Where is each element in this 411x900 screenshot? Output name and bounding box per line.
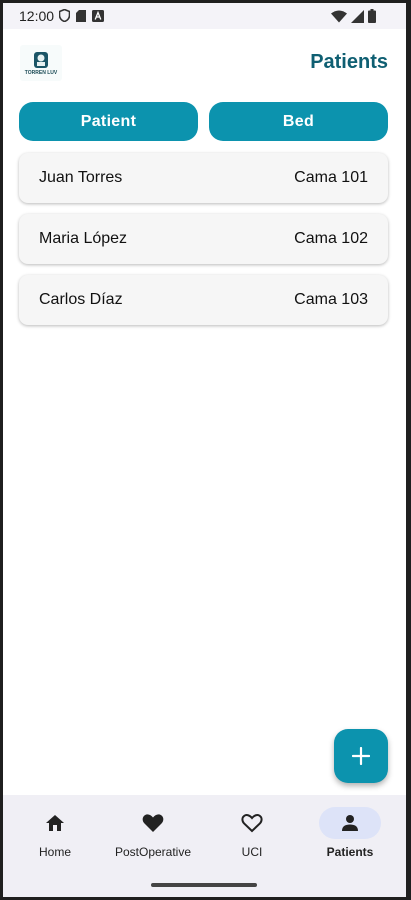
person-icon bbox=[342, 815, 358, 831]
nav-label-postoperative: PostOperative bbox=[114, 845, 192, 859]
status-bar: 12:00 bbox=[3, 3, 406, 29]
patient-card[interactable]: Juan Torres Cama 101 bbox=[19, 153, 388, 203]
nav-item-postoperative[interactable]: PostOperative bbox=[103, 807, 203, 859]
nav-icon-container bbox=[122, 807, 184, 839]
heart-filled-icon bbox=[142, 814, 164, 832]
bottom-navigation: Home PostOperative UCI Patients bbox=[3, 795, 406, 897]
nav-icon-container bbox=[221, 807, 283, 839]
signal-icon bbox=[351, 9, 364, 23]
wifi-icon bbox=[331, 10, 347, 23]
nav-item-home[interactable]: Home bbox=[5, 807, 105, 859]
gesture-home-indicator[interactable] bbox=[151, 883, 257, 887]
patient-card[interactable]: Maria López Cama 102 bbox=[19, 214, 388, 264]
nav-label-uci: UCI bbox=[241, 845, 263, 859]
nav-icon-container-active bbox=[319, 807, 381, 839]
filter-bed-button[interactable]: Bed bbox=[209, 102, 388, 141]
patient-list: Juan Torres Cama 101 Maria López Cama 10… bbox=[19, 153, 388, 336]
sim-card-icon bbox=[76, 9, 86, 22]
filter-patient-button[interactable]: Patient bbox=[19, 102, 198, 141]
patient-name: Carlos Díaz bbox=[39, 291, 123, 308]
status-time: 12:00 bbox=[19, 8, 55, 24]
patient-card[interactable]: Carlos Díaz Cama 103 bbox=[19, 275, 388, 325]
nav-icon-container bbox=[24, 807, 86, 839]
shield-icon bbox=[59, 9, 70, 22]
nav-label-patients: Patients bbox=[326, 845, 374, 859]
nav-item-uci[interactable]: UCI bbox=[202, 807, 302, 859]
logo-emblem-icon bbox=[34, 51, 48, 68]
patient-bed: Cama 103 bbox=[294, 291, 368, 308]
nav-item-patients[interactable]: Patients bbox=[300, 807, 400, 859]
patient-bed: Cama 101 bbox=[294, 169, 368, 186]
logo-text: TORREN LUV bbox=[24, 69, 58, 76]
home-icon bbox=[46, 815, 64, 831]
plus-icon bbox=[352, 747, 370, 765]
heart-outline-icon bbox=[241, 814, 263, 833]
page-title: Patients bbox=[310, 51, 388, 73]
patient-name: Maria López bbox=[39, 230, 128, 247]
patient-name: Juan Torres bbox=[39, 169, 123, 186]
add-patient-fab[interactable] bbox=[334, 729, 388, 783]
battery-icon bbox=[368, 9, 376, 23]
status-icons-right bbox=[331, 9, 376, 23]
status-icons-left bbox=[59, 9, 104, 22]
app-logo: TORREN LUV bbox=[20, 45, 62, 81]
patient-bed: Cama 102 bbox=[294, 230, 368, 247]
keyboard-a-icon bbox=[92, 9, 104, 22]
nav-label-home: Home bbox=[38, 845, 71, 859]
app-screen: 12:00 TORREN LUV Patients Patient Bed Ju… bbox=[3, 3, 406, 897]
